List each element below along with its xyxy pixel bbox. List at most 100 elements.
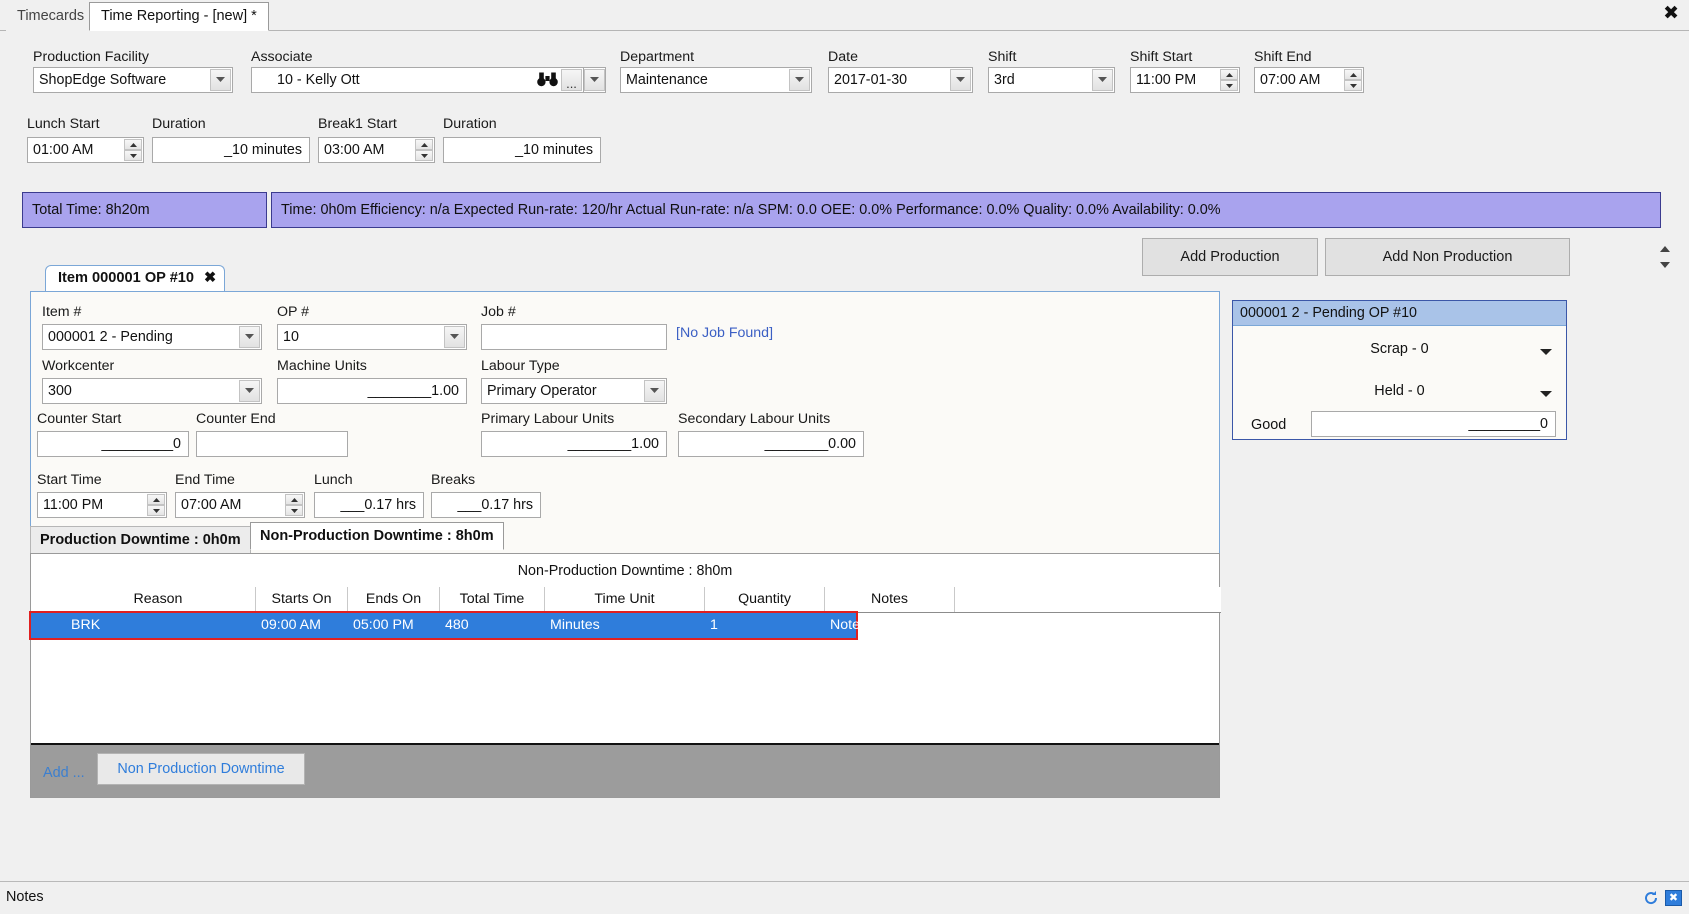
primary-labour-units-label: Primary Labour Units bbox=[481, 411, 615, 427]
scrap-row[interactable]: Scrap - 0 bbox=[1233, 341, 1566, 357]
close-icon[interactable]: ✖ bbox=[204, 270, 216, 286]
spinner-up-icon[interactable] bbox=[147, 494, 165, 505]
date-select[interactable]: 2017-01-30 bbox=[828, 67, 973, 93]
chevron-down-icon[interactable] bbox=[644, 380, 665, 402]
spinner-buttons[interactable] bbox=[415, 139, 433, 161]
workcenter-select[interactable]: 300 bbox=[42, 378, 262, 404]
cell-notes[interactable]: Notes bbox=[825, 613, 955, 638]
tab-time-reporting[interactable]: Time Reporting - [new] * bbox=[89, 2, 269, 31]
chevron-down-icon[interactable] bbox=[239, 326, 260, 348]
table-row[interactable]: BRK 09:00 AM 05:00 PM 480 Minutes 1 Note… bbox=[29, 611, 867, 640]
breaks-input[interactable]: ___0.17 hrs bbox=[431, 492, 541, 518]
department-label: Department bbox=[620, 49, 695, 65]
shift-end-label: Shift End bbox=[1254, 49, 1312, 65]
item-subtab-label: Item 000001 OP #10 bbox=[58, 270, 195, 286]
op-no-select[interactable]: 10 bbox=[277, 324, 467, 350]
column-header-time-unit[interactable]: Time Unit bbox=[545, 587, 705, 612]
tab-timecards[interactable]: Timecards bbox=[6, 3, 96, 31]
spinner-down-icon[interactable] bbox=[415, 150, 433, 161]
binoculars-icon[interactable] bbox=[536, 69, 558, 90]
chevron-down-icon[interactable] bbox=[584, 69, 605, 91]
job-no-input[interactable] bbox=[481, 324, 667, 350]
spinner-buttons[interactable] bbox=[124, 139, 142, 161]
shift-label: Shift bbox=[988, 49, 1017, 65]
end-time-stepper[interactable]: 07:00 AM bbox=[175, 492, 305, 518]
production-facility-select[interactable]: ShopEdge Software bbox=[33, 67, 233, 93]
labour-type-select[interactable]: Primary Operator bbox=[481, 378, 667, 404]
spinner-down-icon[interactable] bbox=[124, 150, 142, 161]
lunch-duration-input[interactable]: _10 minutes bbox=[152, 137, 310, 163]
spinner-up-icon[interactable] bbox=[1220, 69, 1238, 80]
good-input[interactable]: _________0 bbox=[1311, 411, 1556, 437]
scroll-down-icon[interactable] bbox=[1660, 262, 1670, 268]
chevron-down-icon[interactable] bbox=[210, 69, 231, 91]
column-header-reason[interactable]: Reason bbox=[61, 587, 256, 612]
chevron-down-icon[interactable] bbox=[1540, 349, 1552, 355]
department-select[interactable]: Maintenance bbox=[620, 67, 812, 93]
cell-time-unit[interactable]: Minutes bbox=[545, 613, 705, 638]
add-non-production-downtime-button[interactable]: Non Production Downtime bbox=[97, 753, 305, 785]
start-time-stepper[interactable]: 11:00 PM bbox=[37, 492, 167, 518]
secondary-labour-units-input[interactable]: ________0.00 bbox=[678, 431, 864, 457]
item-subtab[interactable]: Item 000001 OP #10 ✖ bbox=[45, 265, 226, 292]
chevron-down-icon[interactable] bbox=[1092, 69, 1113, 91]
break1-duration-value: _10 minutes bbox=[515, 142, 593, 158]
spinner-down-icon[interactable] bbox=[1344, 80, 1362, 91]
chevron-down-icon[interactable] bbox=[1540, 391, 1552, 397]
tab-production-downtime[interactable]: Production Downtime : 0h0m bbox=[30, 526, 251, 554]
cell-quantity[interactable]: 1 bbox=[705, 613, 825, 638]
scroll-up-icon[interactable] bbox=[1660, 246, 1670, 252]
no-job-found-note: [No Job Found] bbox=[676, 325, 774, 341]
close-panel-icon[interactable]: ✖ bbox=[1665, 890, 1682, 906]
close-icon[interactable]: ✖ bbox=[1663, 4, 1679, 23]
column-header-notes[interactable]: Notes bbox=[825, 587, 955, 612]
spinner-up-icon[interactable] bbox=[415, 139, 433, 150]
shift-start-stepper[interactable]: 11:00 PM bbox=[1130, 67, 1240, 93]
chevron-down-icon[interactable] bbox=[950, 69, 971, 91]
counter-start-input[interactable]: _________0 bbox=[37, 431, 189, 457]
shift-end-stepper[interactable]: 07:00 AM bbox=[1254, 67, 1364, 93]
column-header-ends-on[interactable]: Ends On bbox=[348, 587, 440, 612]
tab-non-production-downtime[interactable]: Non-Production Downtime : 8h0m bbox=[250, 522, 504, 550]
good-label: Good bbox=[1251, 417, 1287, 433]
spinner-down-icon[interactable] bbox=[147, 505, 165, 516]
lunch-input[interactable]: ___0.17 hrs bbox=[314, 492, 424, 518]
cell-reason[interactable]: BRK bbox=[66, 613, 256, 638]
column-header-quantity[interactable]: Quantity bbox=[705, 587, 825, 612]
spinner-buttons[interactable] bbox=[285, 494, 303, 516]
break1-duration-label: Duration bbox=[443, 116, 497, 132]
add-link[interactable]: Add ... bbox=[43, 765, 85, 781]
cell-ends-on[interactable]: 05:00 PM bbox=[348, 613, 440, 638]
column-header-total-time[interactable]: Total Time bbox=[440, 587, 545, 612]
item-no-select[interactable]: 000001 2 - Pending bbox=[42, 324, 262, 350]
machine-units-input[interactable]: ________1.00 bbox=[277, 378, 467, 404]
add-non-production-button[interactable]: Add Non Production bbox=[1325, 238, 1570, 276]
spinner-buttons[interactable] bbox=[1220, 69, 1238, 91]
spinner-up-icon[interactable] bbox=[124, 139, 142, 150]
add-production-button[interactable]: Add Production bbox=[1142, 238, 1318, 276]
held-row[interactable]: Held - 0 bbox=[1233, 383, 1566, 399]
associate-dropdown-button[interactable] bbox=[583, 67, 606, 93]
associate-browse-button[interactable]: ... bbox=[561, 69, 582, 91]
break1-start-stepper[interactable]: 03:00 AM bbox=[318, 137, 435, 163]
counter-start-label: Counter Start bbox=[37, 411, 122, 427]
lunch-start-stepper[interactable]: 01:00 AM bbox=[27, 137, 144, 163]
spinner-buttons[interactable] bbox=[147, 494, 165, 516]
refresh-icon[interactable] bbox=[1643, 890, 1659, 906]
chevron-down-icon[interactable] bbox=[444, 326, 465, 348]
cell-total-time[interactable]: 480 bbox=[440, 613, 545, 638]
cell-starts-on[interactable]: 09:00 AM bbox=[256, 613, 348, 638]
break1-duration-input[interactable]: _10 minutes bbox=[443, 137, 601, 163]
spinner-buttons[interactable] bbox=[1344, 69, 1362, 91]
spinner-up-icon[interactable] bbox=[285, 494, 303, 505]
counter-end-input[interactable] bbox=[196, 431, 348, 457]
spinner-down-icon[interactable] bbox=[285, 505, 303, 516]
spinner-down-icon[interactable] bbox=[1220, 80, 1238, 91]
column-header-starts-on[interactable]: Starts On bbox=[256, 587, 348, 612]
grid-header-row: Reason Starts On Ends On Total Time Time… bbox=[31, 587, 1221, 612]
primary-labour-units-input[interactable]: ________1.00 bbox=[481, 431, 667, 457]
spinner-up-icon[interactable] bbox=[1344, 69, 1362, 80]
chevron-down-icon[interactable] bbox=[239, 380, 260, 402]
shift-select[interactable]: 3rd bbox=[988, 67, 1115, 93]
chevron-down-icon[interactable] bbox=[789, 69, 810, 91]
